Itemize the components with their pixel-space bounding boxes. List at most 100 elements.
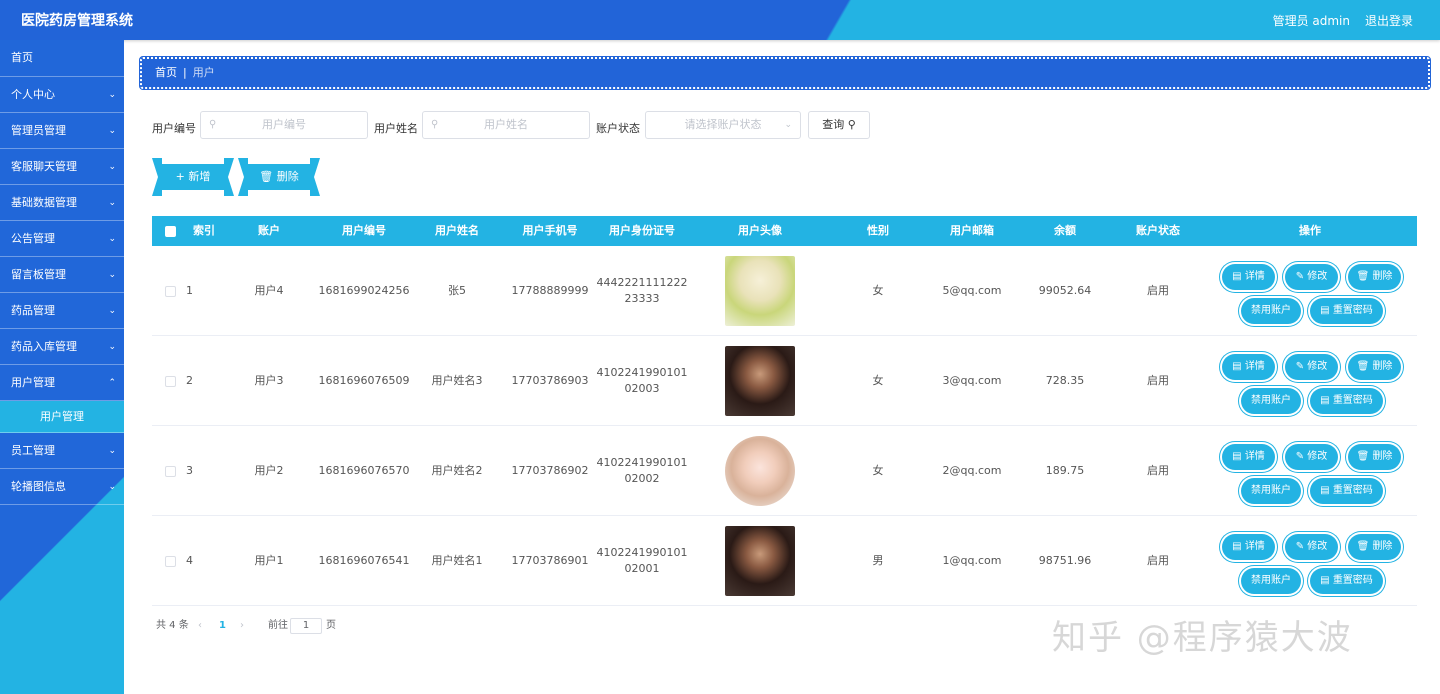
current-user: 管理员 admin [1272,14,1350,28]
sidebar-item-users[interactable]: 用户管理 ⌃ [0,365,124,401]
logout-link[interactable]: 退出登录 [1365,12,1413,29]
breadcrumb-home[interactable]: 首页 [155,66,177,79]
detail-button[interactable]: ▤ 详情 [1222,534,1275,560]
pager-page-unit: 页 [326,620,336,631]
edit-button[interactable]: ✎ 修改 [1285,264,1338,290]
delete-button[interactable]: 🗑 删除 [1348,354,1401,380]
row-checkbox[interactable] [164,465,176,477]
table-body: 1 用户4 1681699024256 张5 17788889999 44422… [152,246,1417,606]
status-select[interactable]: 请选择账户状态 ⌄ [645,111,801,139]
sidebar-item-label: 公告管理 [11,232,55,245]
next-page-icon[interactable]: › [240,616,244,636]
cell-id-card: 4102241990101 02002 [592,426,692,516]
pager-goto-input[interactable]: 1 [290,618,322,634]
disable-account-button[interactable]: 禁用账户 [1241,478,1301,504]
cell-gender: 女 [872,284,884,297]
avatar [725,436,795,506]
sidebar-item-staff[interactable]: 员工管理 ⌄ [0,433,124,469]
cell-account: 用户4 [254,284,284,297]
cell-avatar [712,426,808,516]
sidebar-item-profile[interactable]: 个人中心 ⌄ [0,77,124,113]
table-row: 4 用户1 1681696076541 用户姓名1 17703786901 41… [152,516,1417,606]
disable-account-button[interactable]: 禁用账户 [1241,388,1301,414]
sidebar-item-label: 药品入库管理 [11,340,77,353]
detail-button[interactable]: ▤ 详情 [1222,354,1275,380]
cell-index: 1 [186,284,193,297]
user-no-input[interactable]: ⚲ 用户编号 [200,111,368,139]
user-name-input[interactable]: ⚲ 用户姓名 [422,111,590,139]
cell-phone: 17703786901 [511,554,589,567]
col-header: 性别 [867,224,889,237]
sidebar-item-label: 基础数据管理 [11,196,77,209]
cell-index: 3 [186,464,193,477]
query-button[interactable]: 查询 ⚲ [808,111,870,139]
cell-email: 2@qq.com [942,464,1002,477]
id-card-line: 23333 [624,292,660,305]
edit-button[interactable]: ✎ 修改 [1285,444,1338,470]
pager-current-page[interactable]: 1 [219,616,226,636]
ribbon-left-icon [238,158,248,196]
row-checkbox[interactable] [164,555,176,567]
chevron-down-icon: ⌄ [108,90,116,100]
edit-button[interactable]: ✎ 修改 [1285,534,1338,560]
chevron-down-icon: ⌄ [108,270,116,280]
breadcrumb-current: 用户 [192,66,215,79]
cell-status: 启用 [1147,464,1169,477]
add-button[interactable]: + 新增 [152,158,234,196]
table-row: 2 用户3 1681696076509 用户姓名3 17703786903 41… [152,336,1417,426]
sidebar-item-board[interactable]: 留言板管理 ⌄ [0,257,124,293]
disable-account-button[interactable]: 禁用账户 [1241,298,1301,324]
cell-balance: 728.35 [1045,374,1085,387]
user-no-label: 用户编号 [152,122,196,135]
breadcrumb-separator: | [183,66,187,79]
pager-total: 共 4 条 [156,620,189,631]
select-all-checkbox[interactable] [165,226,176,237]
cell-avatar [712,246,808,336]
sidebar-item-drug[interactable]: 药品管理 ⌄ [0,293,124,329]
sidebar-item-carousel[interactable]: 轮播图信息 ⌄ [0,469,124,505]
search-icon: ⚲ [431,119,439,130]
chevron-up-icon: ⌃ [108,378,116,388]
edit-button[interactable]: ✎ 修改 [1285,354,1338,380]
delete-button[interactable]: 🗑 删除 [1348,534,1401,560]
reset-password-button[interactable]: ▤ 重置密码 [1310,478,1383,504]
breadcrumb: 首页 | 用户 [139,56,1431,90]
col-header: 索引 [193,224,215,237]
sidebar-item-chat[interactable]: 客服聊天管理 ⌄ [0,149,124,185]
sidebar-item-label: 留言板管理 [11,268,66,281]
cell-user-no: 1681696076509 [318,374,410,387]
id-card-line: 02002 [624,472,660,485]
top-header: 医院药房管理系统 管理员 admin 退出登录 [0,0,1440,40]
sidebar-subitem-user-manage[interactable]: 用户管理 [0,401,124,433]
sidebar-item-home[interactable]: 首页 [0,40,124,77]
col-header: 用户身份证号 [609,224,675,237]
user-no-placeholder: 用户编号 [262,118,306,131]
reset-password-button[interactable]: ▤ 重置密码 [1310,568,1383,594]
detail-button[interactable]: ▤ 详情 [1222,264,1275,290]
cell-gender: 女 [872,374,884,387]
sidebar-item-label: 个人中心 [11,88,55,101]
reset-password-button[interactable]: ▤ 重置密码 [1310,298,1383,324]
id-card-line: 4102241990101 [596,546,688,559]
chevron-down-icon: ⌄ [108,162,116,172]
row-checkbox[interactable] [164,375,176,387]
reset-password-button[interactable]: ▤ 重置密码 [1310,388,1383,414]
delete-button[interactable]: 🗑 删除 [1348,264,1401,290]
disable-account-button[interactable]: 禁用账户 [1241,568,1301,594]
delete-label: 删除 [276,170,299,183]
sidebar-item-basedata[interactable]: 基础数据管理 ⌄ [0,185,124,221]
sidebar-item-notice[interactable]: 公告管理 ⌄ [0,221,124,257]
row-checkbox[interactable] [164,285,176,297]
sidebar-item-admin[interactable]: 管理员管理 ⌄ [0,113,124,149]
cell-user-name: 张5 [448,284,466,297]
prev-page-icon[interactable]: ‹ [198,616,202,636]
cell-id-card: 4102241990101 02003 [592,336,692,426]
sidebar-item-label: 管理员管理 [11,124,66,137]
batch-delete-button[interactable]: 🗑 删除 [238,158,320,196]
cell-email: 3@qq.com [942,374,1002,387]
cell-user-name: 用户姓名2 [431,464,483,477]
sidebar-item-stockin[interactable]: 药品入库管理 ⌄ [0,329,124,365]
col-header: 用户手机号 [522,224,578,237]
detail-button[interactable]: ▤ 详情 [1222,444,1275,470]
delete-button[interactable]: 🗑 删除 [1348,444,1401,470]
